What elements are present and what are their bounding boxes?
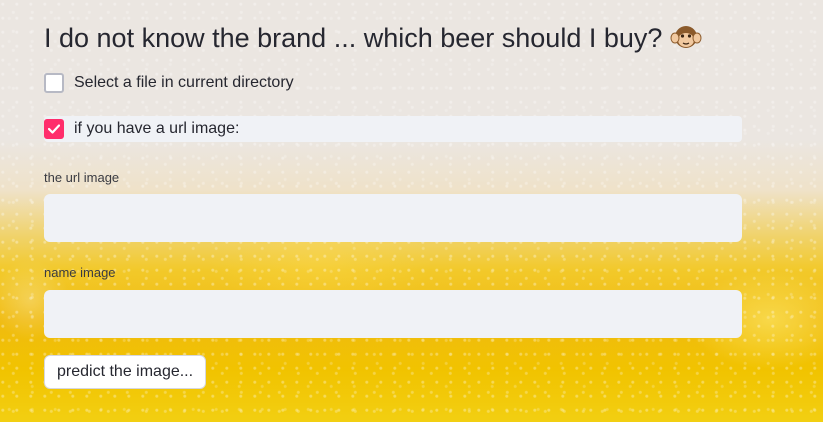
page-title-text: I do not know the brand ... which beer s… [44, 22, 663, 53]
page-title: I do not know the brand ... which beer s… [44, 22, 702, 54]
url-image-checkbox[interactable] [44, 119, 64, 139]
select-file-label: Select a file in current directory [74, 74, 294, 91]
url-field-label: the url image [44, 170, 120, 185]
name-field-label: name image [44, 265, 116, 280]
select-file-checkbox[interactable] [44, 73, 64, 93]
url-image-label: if you have a url image: [74, 120, 240, 137]
name-image-input[interactable] [44, 290, 742, 338]
checkmark-icon [48, 124, 60, 134]
select-file-option[interactable]: Select a file in current directory [44, 73, 294, 93]
predict-button[interactable]: predict the image... [44, 355, 207, 389]
url-image-input[interactable] [44, 194, 742, 242]
hear-no-evil-monkey-icon [670, 22, 702, 54]
url-image-option[interactable]: if you have a url image: [44, 116, 742, 142]
